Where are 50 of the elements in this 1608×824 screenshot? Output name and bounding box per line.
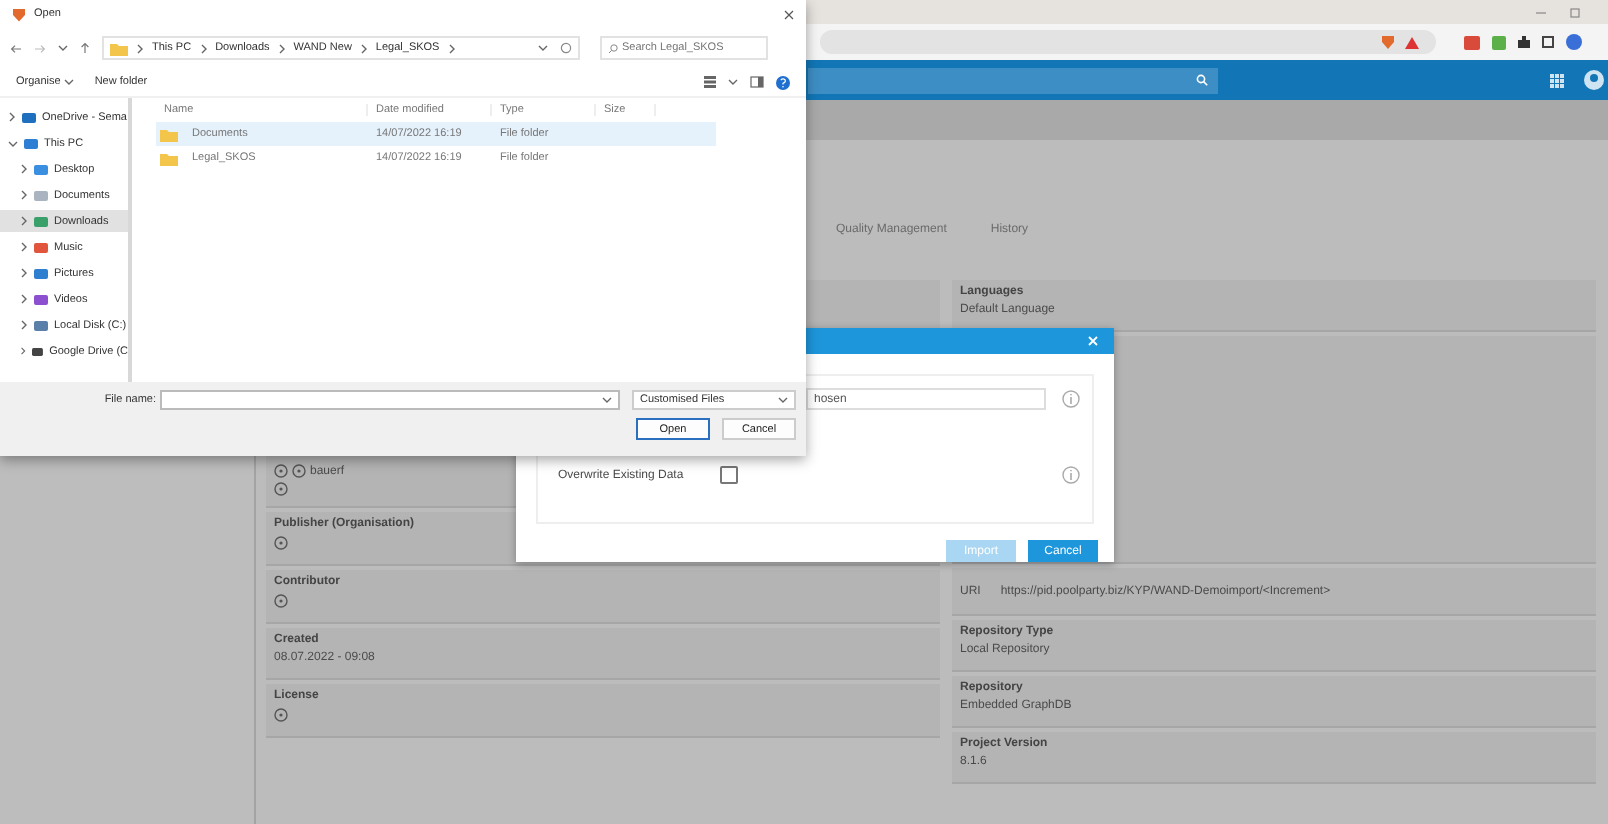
help-icon[interactable] [776, 75, 790, 89]
info-icon[interactable] [1062, 466, 1080, 485]
search-icon [608, 43, 618, 53]
address-field[interactable] [820, 30, 1436, 54]
expand-icon [20, 164, 28, 174]
preview-pane-icon[interactable] [750, 76, 764, 88]
back-icon[interactable] [10, 43, 22, 53]
chevron-icon[interactable] [778, 396, 788, 404]
puzzle-icon[interactable] [1518, 36, 1530, 48]
up-icon[interactable] [80, 42, 90, 54]
maximize-icon[interactable] [1570, 7, 1580, 17]
circle-icon[interactable] [274, 536, 288, 550]
circle-icon[interactable] [274, 482, 288, 496]
avatar-icon[interactable] [1584, 70, 1604, 90]
checkbox[interactable] [719, 466, 738, 485]
expand-icon [8, 112, 16, 122]
circle-icon[interactable] [292, 464, 306, 478]
chevron-icon [359, 43, 368, 53]
chevron-icon[interactable] [8, 139, 18, 147]
chevron-icon[interactable] [728, 78, 738, 86]
circle-icon[interactable] [274, 464, 288, 478]
search-field[interactable] [808, 67, 1218, 93]
chevron-icon[interactable] [602, 396, 612, 404]
expand-icon [20, 268, 28, 278]
chevron-icon [447, 43, 456, 53]
warning-icon[interactable] [1404, 35, 1420, 49]
apps-icon[interactable] [1550, 73, 1564, 87]
view-icon[interactable] [704, 76, 716, 88]
chevron-icon [277, 43, 286, 53]
chevron-icon [136, 43, 144, 53]
expand-icon [20, 190, 28, 200]
expand-icon [20, 320, 28, 330]
search-icon[interactable] [1196, 74, 1208, 86]
circle-icon[interactable] [274, 708, 288, 722]
expand-icon [20, 346, 27, 356]
shield-icon[interactable] [1380, 34, 1398, 50]
chevron-icon[interactable] [538, 44, 548, 52]
expand-icon [20, 216, 28, 226]
file-name-field[interactable] [160, 390, 620, 410]
folder-icon [110, 41, 128, 55]
drive-icon [32, 345, 44, 357]
avatar-icon[interactable] [1566, 34, 1582, 50]
info-icon[interactable] [1062, 390, 1080, 409]
chevron-icon [199, 43, 208, 53]
expand-icon [20, 294, 28, 304]
chevron-icon[interactable] [58, 44, 68, 52]
chevron-icon[interactable] [64, 78, 75, 86]
circle-icon[interactable] [274, 594, 288, 608]
close-icon[interactable] [784, 9, 794, 19]
expand-icon [20, 242, 28, 252]
